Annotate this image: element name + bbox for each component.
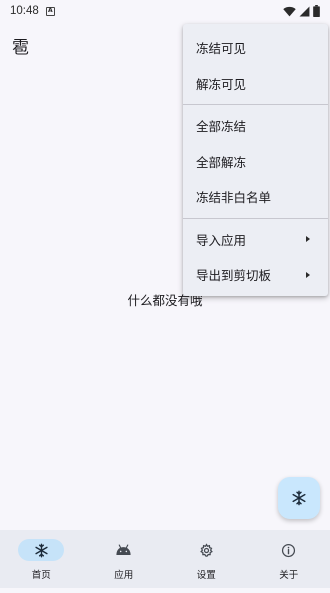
menu-divider (183, 104, 328, 105)
snowflake-icon (292, 490, 306, 506)
submenu-arrow-icon (306, 271, 310, 278)
status-icons (283, 5, 320, 17)
snowflake-icon (35, 543, 48, 557)
nav-label: 应用 (114, 570, 134, 581)
android-icon (116, 544, 131, 555)
nav-item-apps[interactable]: 应用 (83, 530, 166, 588)
nav-item-about[interactable]: 关于 (248, 530, 330, 588)
menu-item-export-clipboard[interactable]: 导出到剪切板 (183, 257, 328, 293)
menu-item-label: 全部冻结 (196, 119, 247, 135)
wifi-icon (283, 6, 296, 16)
nav-label: 首页 (31, 570, 51, 581)
overflow-menu: 冻结可见 解冻可见 全部冻结 全部解冻 冻结非白名单 导入应用 导出到剪切板 (183, 24, 328, 296)
gear-icon (199, 542, 213, 557)
menu-item-freeze-visible[interactable]: 冻结可见 (183, 30, 328, 66)
nav-item-settings[interactable]: 设置 (165, 530, 248, 588)
submenu-arrow-icon (306, 236, 310, 243)
menu-divider (183, 217, 328, 219)
status-time: 10:48 (10, 5, 39, 17)
menu-item-unfreeze-all[interactable]: 全部解冻 (183, 144, 328, 180)
gesture-bar (0, 588, 330, 593)
menu-item-label: 全部解冻 (196, 154, 247, 170)
menu-item-freeze-non-whitelist[interactable]: 冻结非白名单 (183, 179, 328, 215)
nav-label: 关于 (279, 570, 299, 581)
bottom-navigation: 首页 应用 设置 关于 (0, 530, 330, 588)
menu-item-label: 导入应用 (196, 232, 247, 248)
nav-label: 设置 (196, 570, 216, 581)
status-bar: 10:48 A (0, 0, 330, 22)
menu-item-label: 导出到剪切板 (196, 268, 272, 284)
nav-icon-container (101, 539, 147, 561)
freeze-fab-button[interactable] (278, 477, 320, 519)
notification-icon: A (45, 6, 55, 16)
menu-item-label: 冻结可见 (196, 41, 247, 57)
menu-item-freeze-all[interactable]: 全部冻结 (183, 108, 328, 144)
nav-icon-container (183, 539, 229, 561)
menu-item-label: 冻结非白名单 (196, 190, 272, 206)
nav-icon-container (266, 539, 312, 561)
info-icon (282, 543, 296, 557)
menu-item-unfreeze-visible[interactable]: 解冻可见 (183, 66, 328, 102)
nav-active-indicator (18, 539, 65, 561)
app-title: 雹 (12, 38, 29, 58)
menu-item-import-apps[interactable]: 导入应用 (183, 222, 328, 258)
signal-icon (299, 6, 310, 16)
battery-icon (313, 5, 320, 17)
menu-item-label: 解冻可见 (196, 76, 247, 92)
nav-item-home[interactable]: 首页 (0, 530, 83, 588)
